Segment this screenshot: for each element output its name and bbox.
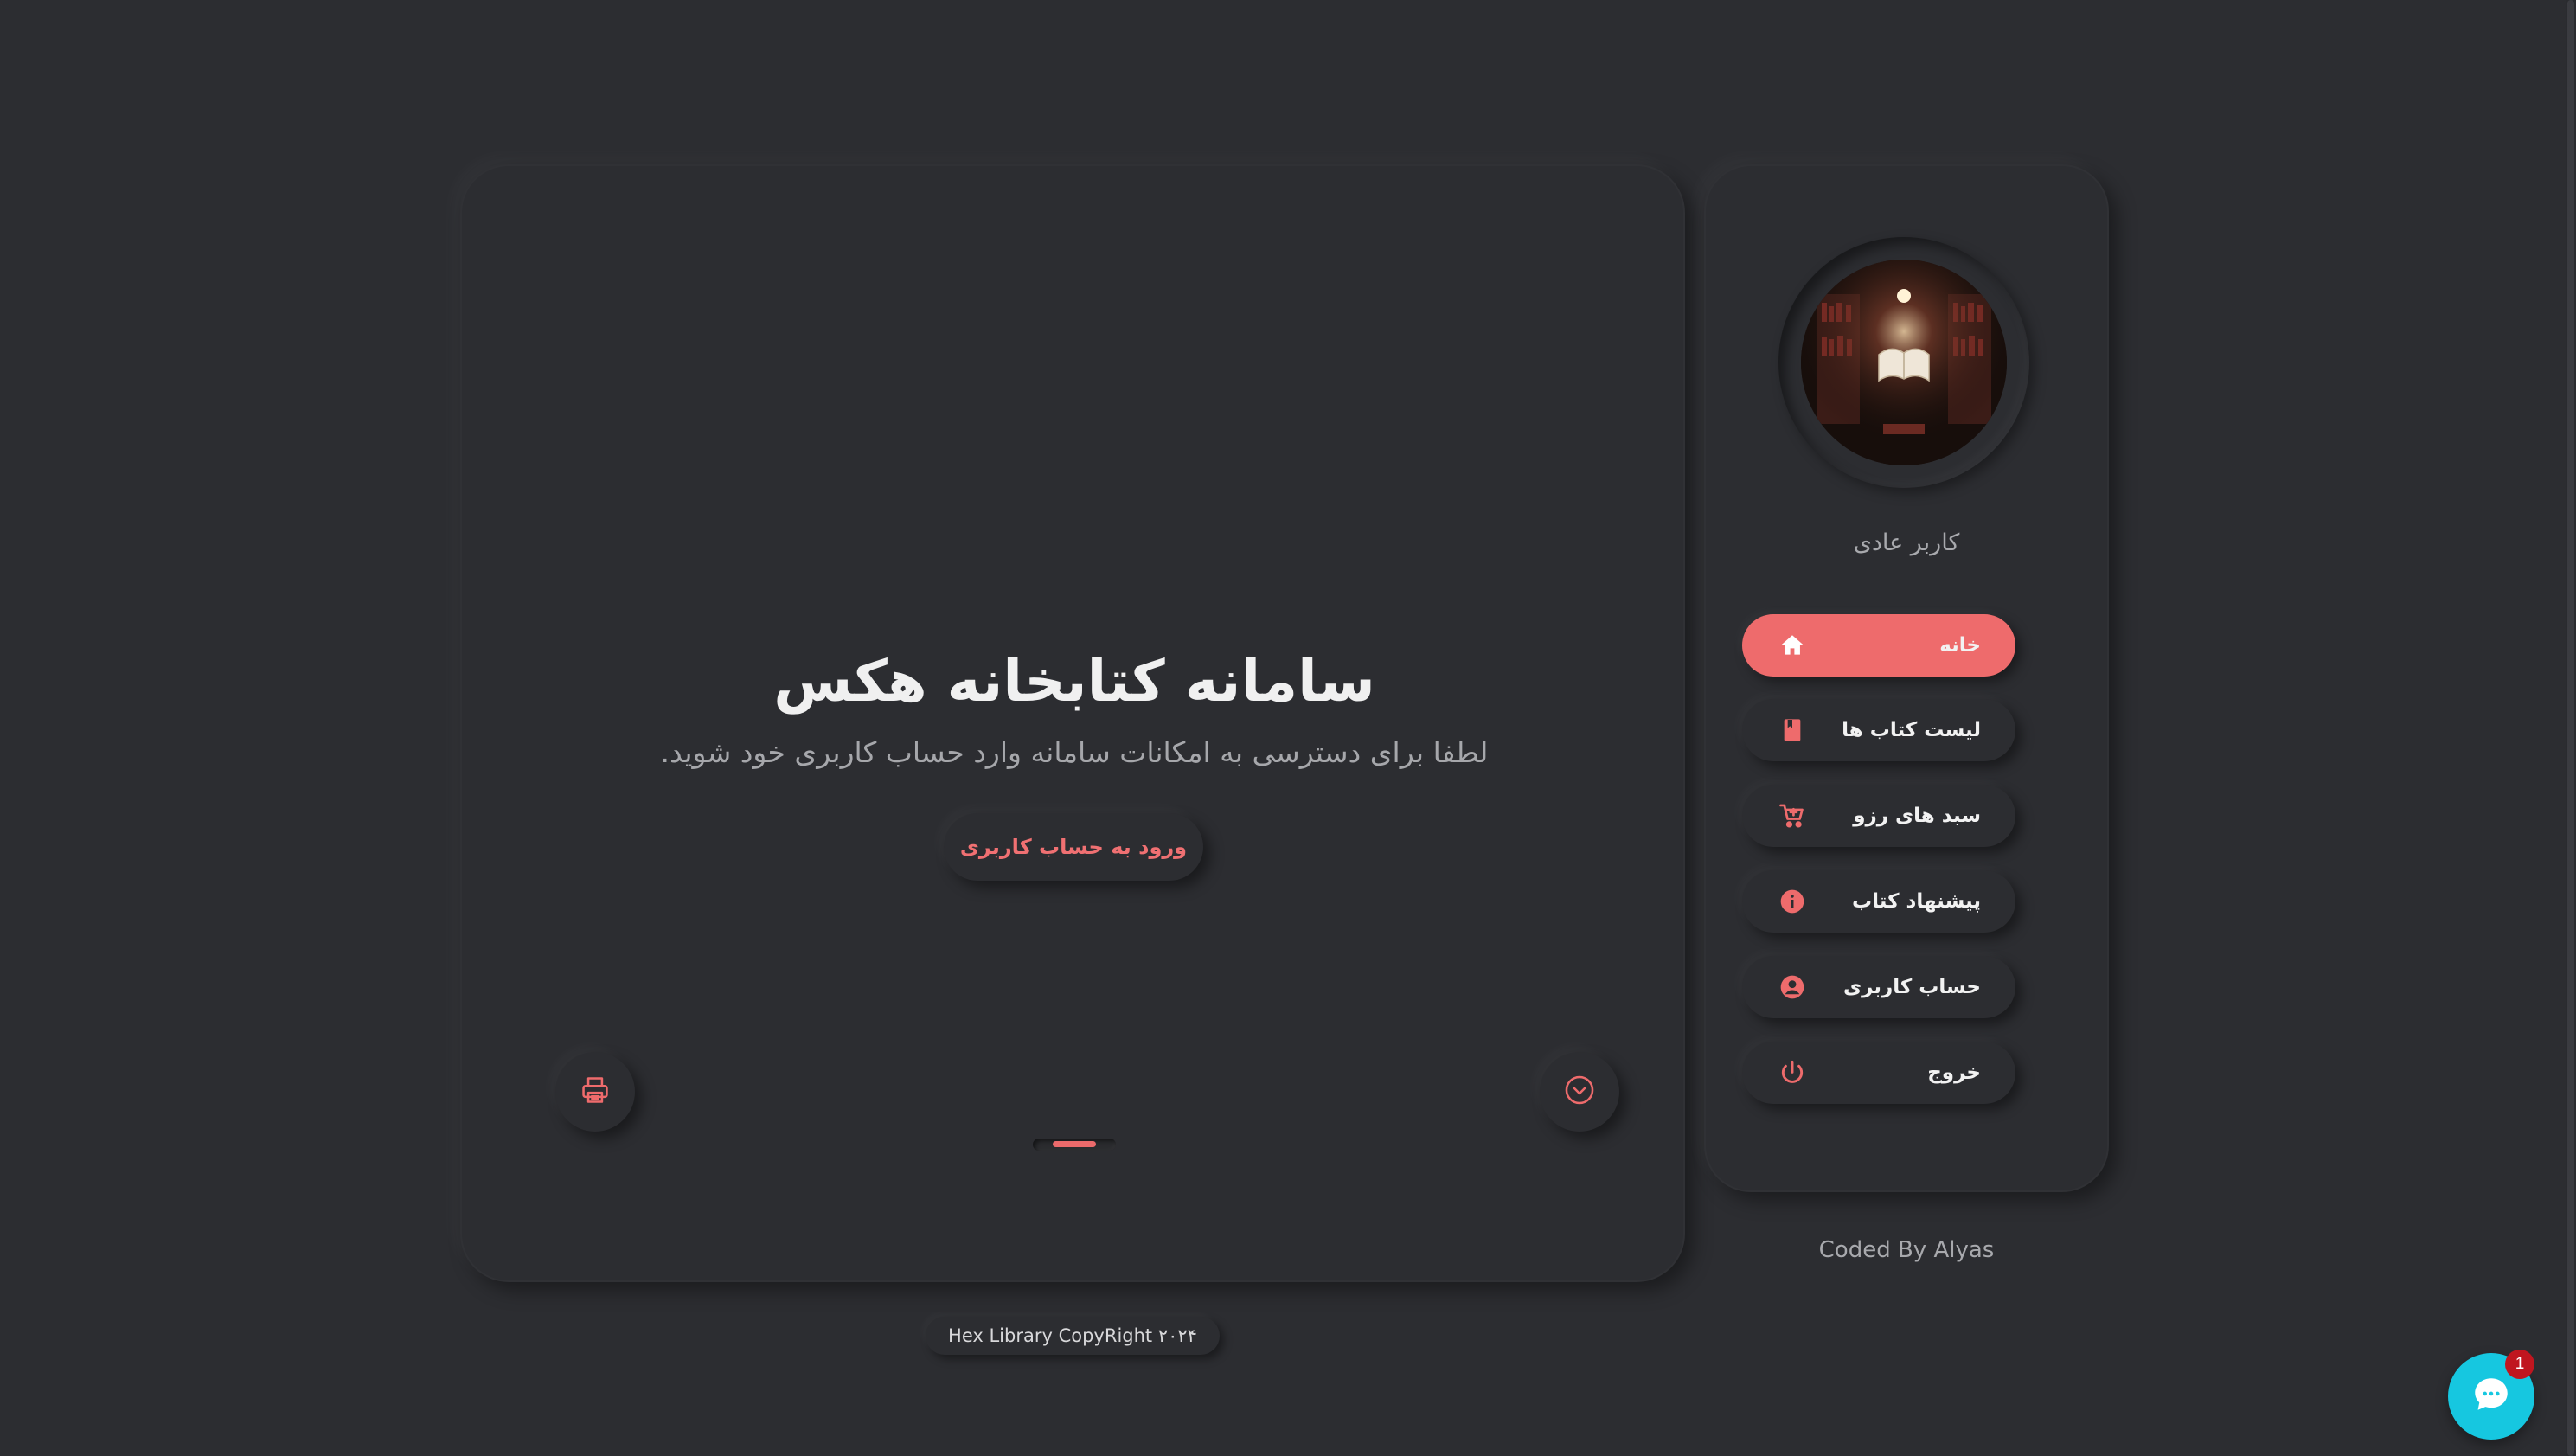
page-title: سامانه کتابخانه هکس <box>462 648 1687 715</box>
scrollbar[interactable] <box>2566 0 2576 1456</box>
sidebar-item-label: حساب کاربری <box>1842 976 1981 998</box>
title-accent: هکس <box>773 648 928 715</box>
sidebar-item-account[interactable]: حساب کاربری <box>1742 956 2015 1018</box>
sidebar-item-label: سبد های رزو <box>1853 805 1981 827</box>
coded-by-text: Coded By Alyas <box>1818 1237 1995 1263</box>
power-icon <box>1777 1057 1808 1088</box>
print-button[interactable] <box>555 1052 635 1132</box>
chevron-down-circle-icon <box>1563 1074 1596 1110</box>
printer-icon <box>579 1074 612 1110</box>
user-role: کاربر عادی <box>1853 529 1960 556</box>
carousel-indicator[interactable] <box>1033 1139 1116 1151</box>
sidebar: کاربر عادی خانه لیست کتاب ها سبد های رزو… <box>1704 164 2109 1192</box>
account-icon <box>1777 972 1808 1003</box>
avatar <box>1801 260 2007 465</box>
sidebar-item-label: لیست کتاب ها <box>1842 719 1981 741</box>
cart-icon <box>1777 800 1808 831</box>
sidebar-item-label: خروج <box>1927 1062 1981 1084</box>
sidebar-item-suggest-book[interactable]: پیشنهاد کتاب <box>1742 870 2015 933</box>
book-icon <box>1777 715 1808 746</box>
login-button[interactable]: ورود به حساب کاربری <box>944 813 1203 881</box>
home-icon <box>1777 630 1808 661</box>
info-icon <box>1777 886 1808 917</box>
chat-widget-button[interactable]: 1 <box>2448 1350 2534 1440</box>
title-main: سامانه کتابخانه <box>946 648 1375 715</box>
sidebar-item-logout[interactable]: خروج <box>1742 1042 2015 1104</box>
sidebar-item-label: خانه <box>1939 634 1981 657</box>
sidebar-item-home[interactable]: خانه <box>1742 614 2015 677</box>
page-subtitle: لطفا برای دسترسی به امکانات سامانه وارد … <box>660 735 1489 769</box>
carousel-indicator-fill <box>1053 1141 1096 1147</box>
sidebar-item-book-list[interactable]: لیست کتاب ها <box>1742 699 2015 761</box>
scroll-down-button[interactable] <box>1540 1052 1619 1132</box>
notification-badge: 1 <box>2505 1350 2534 1379</box>
avatar-frame <box>1778 237 2029 488</box>
copyright-badge: Hex Library CopyRight ۲۰۲۴ <box>926 1317 1220 1355</box>
chat-bubble-icon <box>2470 1373 2513 1420</box>
scrollbar-thumb[interactable] <box>2567 0 2574 1456</box>
main-card: سامانه کتابخانه هکس لطفا برای دسترسی به … <box>460 164 1685 1282</box>
sidebar-item-label: پیشنهاد کتاب <box>1852 890 1981 913</box>
sidebar-item-reserve-carts[interactable]: سبد های رزو <box>1742 785 2015 847</box>
